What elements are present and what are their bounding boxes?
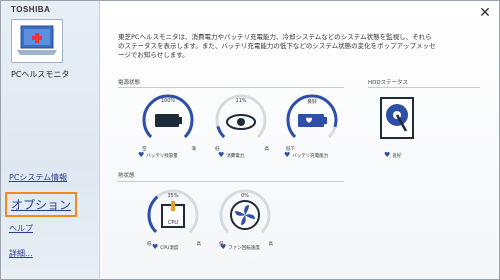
heart-icon: ♥ (220, 243, 227, 251)
fan-speed-gauge: 0% 低 高 (217, 187, 273, 247)
app-name: PCヘルスモニタ (11, 70, 70, 79)
heart-icon: ♥ (138, 151, 145, 159)
gauge-high-label: 高 (264, 147, 270, 152)
hdd-status-icon (380, 97, 414, 139)
battery-level-gauge: 100% 空 満 (140, 92, 196, 152)
hdd-section-title: HDDステータス (368, 80, 409, 86)
battery-level-label: ♥ バッテリ残容量 (138, 151, 178, 159)
gauge-high-label: 高 (268, 242, 274, 247)
description-text: 東芝PCヘルスモニタは、消費電力やバッテリ充電能力、冷却システムなどのシステム状… (118, 33, 436, 59)
divider (368, 87, 480, 88)
gauge-value: 35% (167, 193, 179, 199)
gauge-value: 11% (235, 98, 247, 104)
power-consumption-gauge: 11% 低 高 (213, 92, 269, 152)
heart-icon: ♥ (152, 243, 159, 251)
cpu-temperature-label: ♥ CPU温度 (152, 243, 179, 251)
heart-icon: ♥ (218, 151, 225, 159)
gauge-value: 0% (241, 193, 249, 199)
gauge-high-label: 高 (196, 242, 202, 247)
nav-details[interactable]: 詳細... (9, 248, 33, 259)
close-button[interactable]: ✕ (477, 5, 493, 21)
sidebar: TOSHIBA PCヘルスモニタ PCシステム情報 オプション ヘルプ 詳細..… (1, 1, 100, 279)
cpu-icon-text: CPU (167, 220, 179, 226)
power-consumption-label: ♥ 消費電力 (218, 151, 245, 159)
gauge-low-label: 低 (147, 242, 152, 247)
battery-capacity-label: ♥ バッテリ充電能力 (284, 151, 329, 159)
hdd-status-label: ♥ 良好 (384, 151, 402, 159)
nav-help[interactable]: ヘルプ (9, 223, 33, 234)
main-panel: ✕ 東芝PCヘルスモニタは、消費電力やバッテリ充電能力、冷却システムなどのシステ… (100, 1, 499, 279)
battery-capacity-gauge: 良好 低下 (284, 92, 340, 152)
gauge-value: 良好 (306, 99, 317, 105)
laptop-icon (11, 19, 63, 63)
divider (118, 181, 344, 182)
nav-pc-system-info[interactable]: PCシステム情報 (9, 172, 67, 183)
fan-speed-label: ♥ ファン回転速度 (220, 243, 260, 251)
brand-logo: TOSHIBA (11, 5, 51, 14)
thermal-section-title: 熱状態 (118, 173, 135, 179)
cpu-temperature-gauge: CPU 35% 低 高 (145, 187, 201, 247)
gauge-high-label: 満 (191, 147, 197, 152)
divider (118, 87, 344, 88)
nav-options[interactable]: オプション (5, 192, 78, 217)
gauge-value: 100% (160, 98, 176, 104)
power-section-title: 電源状態 (118, 80, 141, 86)
heart-icon: ♥ (284, 151, 291, 159)
heart-icon: ♥ (384, 151, 391, 159)
app-window: TOSHIBA PCヘルスモニタ PCシステム情報 オプション ヘルプ 詳細..… (0, 0, 500, 280)
